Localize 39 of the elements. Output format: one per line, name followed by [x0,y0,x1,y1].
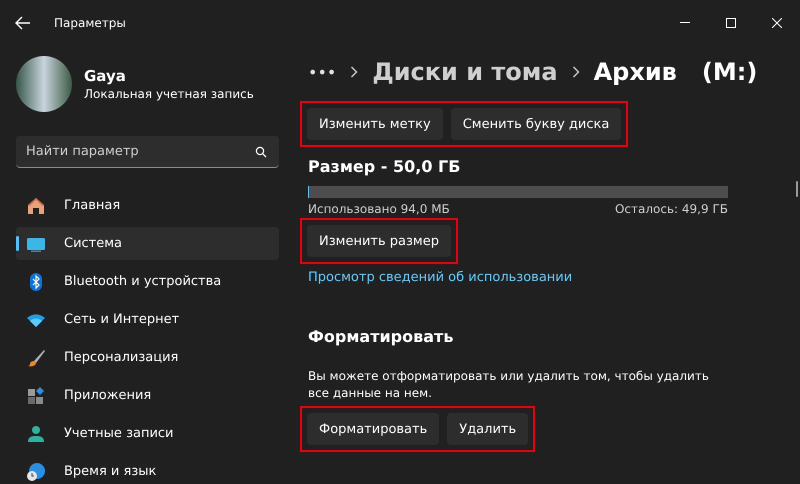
chevron-icon [350,66,358,78]
action-button[interactable]: Изменить метку [307,108,443,140]
action-button[interactable]: Удалить [447,413,528,445]
usage-details-link[interactable]: Просмотр сведений об использовании [308,270,572,285]
window-title: Параметры [54,16,127,30]
scrollbar[interactable] [796,181,798,197]
section-heading: Форматировать [308,327,454,346]
sidebar-item[interactable]: Сеть и Интернет [16,303,279,336]
action-button[interactable]: Форматировать [307,413,440,445]
more-button[interactable]: ••• [308,62,336,82]
close-icon [772,18,782,28]
back-button[interactable] [14,16,32,30]
sidebar-item[interactable]: Система [16,227,279,260]
search-icon [255,146,267,158]
home-icon [26,196,46,216]
sidebar-item[interactable]: Персонализация [16,341,279,374]
free-space-text: Осталось: 49,9 ГБ [614,202,728,216]
action-button[interactable]: Изменить размер [307,225,451,257]
page-title: Архив (M:) [594,58,758,86]
sidebar-item[interactable]: Главная [16,189,279,222]
description-text: Вы можете отформатировать или удалить том, чтобы удалить все данные на нем. [308,368,710,402]
action-button[interactable]: Сменить букву диска [450,108,622,140]
apps-icon [26,386,46,406]
sidebar-item[interactable]: Bluetooth и устройства [16,265,279,298]
breadcrumb-link[interactable]: Диски и тома [372,58,558,86]
maximize-icon [726,18,736,28]
user-name: Gaya [84,67,127,85]
minimize-icon [680,22,690,24]
section-heading: Размер - 50,0 ГБ [308,157,462,176]
account-type: Локальная учетная запись [84,87,254,101]
sidebar-item[interactable]: Время и язык [16,455,279,484]
search-field[interactable]: Найти параметр [16,136,279,168]
sidebar-item[interactable]: Учетные записи [16,417,279,450]
used-space-text: Использовано 94,0 МБ [308,202,450,216]
person-icon [26,424,46,444]
brush-icon [26,348,46,368]
chevron-icon [572,66,580,78]
globe-icon [26,462,46,482]
sidebar-item[interactable]: Приложения [16,379,279,412]
